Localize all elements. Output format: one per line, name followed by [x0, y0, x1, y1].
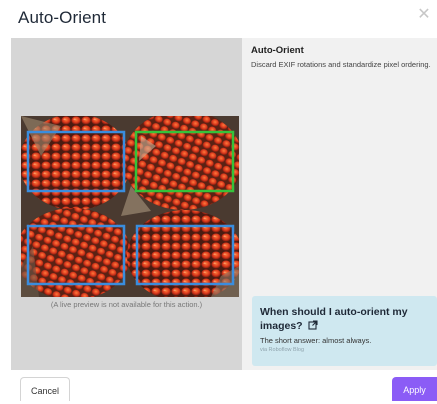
preview-image [21, 116, 239, 297]
info-text: The short answer: almost always. [260, 336, 372, 345]
preview-panel: (A live preview is not available for thi… [11, 38, 242, 370]
info-title-text[interactable]: When should I auto-orient my images? [260, 306, 408, 332]
external-link-icon[interactable] [307, 320, 318, 334]
close-icon[interactable]: ✕ [417, 7, 431, 23]
apply-button[interactable]: Apply [392, 377, 437, 401]
preview-note: (A live preview is not available for thi… [50, 300, 203, 309]
details-panel: Auto-Orient Discard EXIF rotations and s… [242, 38, 437, 370]
info-title[interactable]: When should I auto-orient my images? [260, 305, 428, 334]
dialog-title: Auto-Orient [18, 8, 107, 27]
cancel-button[interactable]: Cancel [20, 377, 70, 401]
details-title: Auto-Orient [251, 45, 304, 56]
info-box[interactable]: When should I auto-orient my images? The… [252, 296, 437, 366]
info-source-link[interactable]: via Roboflow Blog [260, 347, 304, 353]
details-description: Discard EXIF rotations and standardize p… [251, 60, 431, 69]
palm-fruit-image [21, 116, 239, 297]
